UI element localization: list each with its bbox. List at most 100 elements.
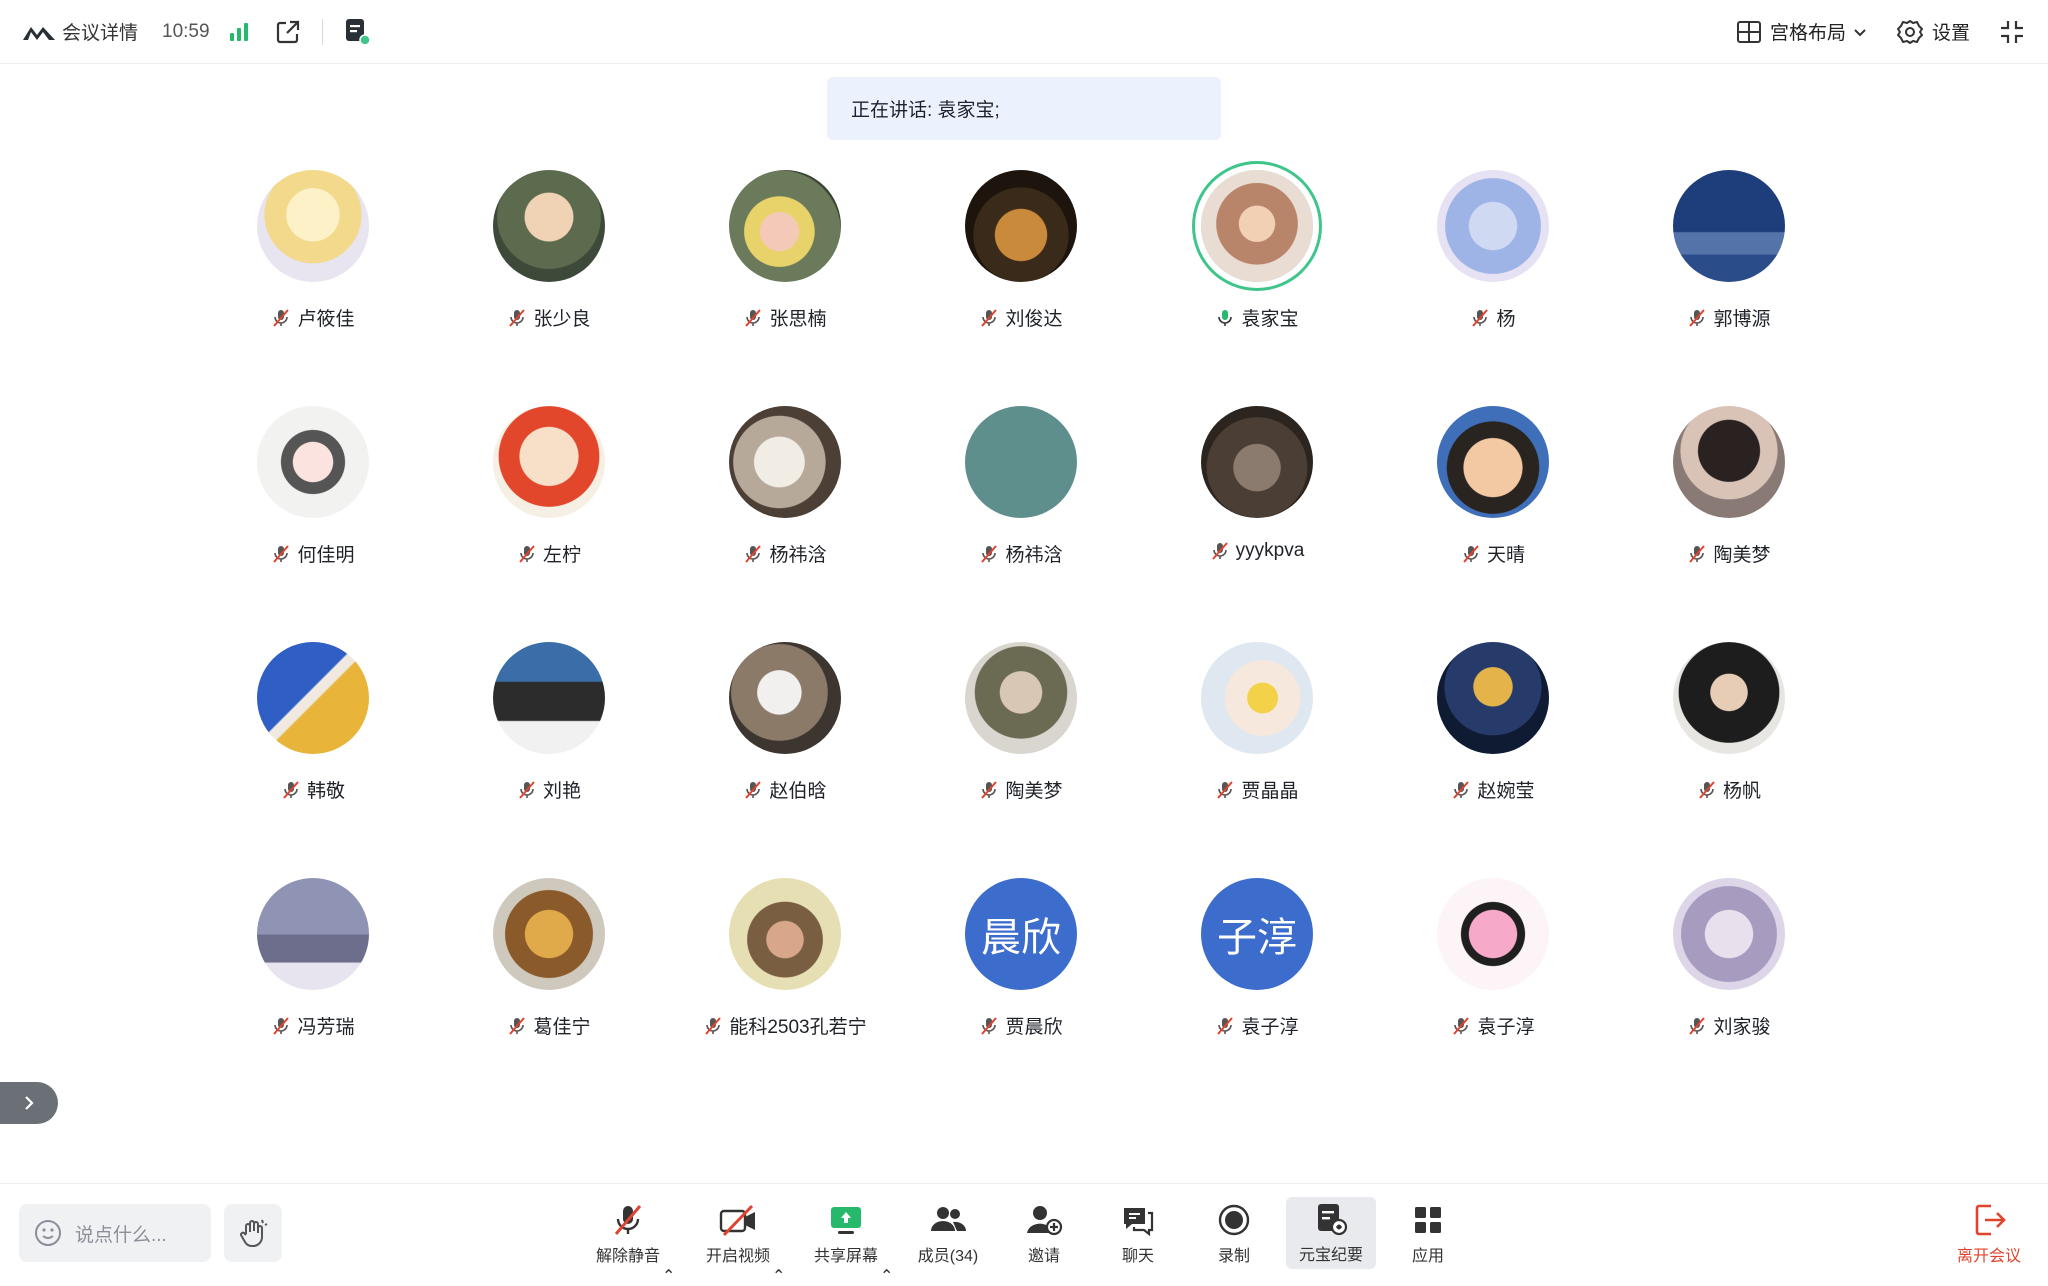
participant-tile[interactable]: 郭博源: [1611, 150, 1847, 350]
meeting-notes-icon[interactable]: [343, 17, 373, 47]
meeting-details-link[interactable]: 会议详情: [62, 18, 138, 45]
chat-input[interactable]: 说点什么...: [19, 1204, 211, 1262]
participant-tile[interactable]: 张少良: [431, 150, 667, 350]
mic-muted-icon: [1453, 780, 1470, 799]
participant-tile[interactable]: 子淳 袁子淳: [1139, 858, 1375, 1058]
participant-name-row: 刘俊达: [979, 304, 1063, 331]
unmute-button[interactable]: 解除静音: [590, 1202, 666, 1266]
participant-avatar: 晨欣: [965, 878, 1077, 990]
participant-tile[interactable]: 袁家宝: [1139, 150, 1375, 350]
gear-icon: [1896, 19, 1923, 44]
leave-icon: [1975, 1204, 2006, 1236]
participant-grid: 卢筱佳 张少良 张思楠 刘俊达 袁家宝杨郭博源 何佳明 左柠 杨祎浛 杨祎浛 yyykpva 天晴陶…: [195, 150, 1853, 1090]
participant-tile[interactable]: 陶美梦: [903, 622, 1139, 822]
emoji-icon[interactable]: [33, 1218, 63, 1248]
chat-button[interactable]: 聊天: [1102, 1202, 1174, 1266]
participant-tile[interactable]: 杨: [1375, 150, 1611, 350]
participant-name-row: 杨帆: [1697, 776, 1761, 803]
raise-hand-button[interactable]: [224, 1204, 282, 1262]
participant-tile[interactable]: 赵婉莹: [1375, 622, 1611, 822]
participant-tile[interactable]: 赵伯晗: [667, 622, 903, 822]
participant-name-row: 刘艳: [517, 776, 581, 803]
participant-name-row: 郭博源: [1687, 304, 1771, 331]
participant-name-row: 杨祎浛: [979, 540, 1063, 567]
ai-summary-button[interactable]: 元宝纪要: [1286, 1197, 1376, 1269]
mic-muted-icon: [519, 780, 535, 799]
participant-name: 张少良: [533, 309, 591, 330]
participant-name: 能科2503孔若宁: [729, 1017, 867, 1038]
mic-muted-icon: [705, 1016, 722, 1035]
participant-name-row: 能科2503孔若宁: [703, 1012, 867, 1039]
start-video-button[interactable]: 开启视频: [700, 1202, 776, 1266]
participant-tile[interactable]: 卢筱佳: [195, 150, 431, 350]
leave-meeting-button[interactable]: 离开会议: [1944, 1202, 2034, 1266]
participant-tile[interactable]: 陶美梦: [1611, 386, 1847, 586]
participant-name-row: 赵伯晗: [743, 776, 827, 803]
participant-name-row: 冯芳瑞: [271, 1012, 355, 1039]
apps-button[interactable]: 应用: [1392, 1202, 1464, 1266]
participant-name-row: 左柠: [517, 540, 581, 567]
participant-tile[interactable]: 杨帆: [1611, 622, 1847, 822]
participant-tile[interactable]: 贾晶晶: [1139, 622, 1375, 822]
participant-name-row: 杨: [1470, 304, 1516, 331]
participant-name-row: 袁子淳: [1451, 1012, 1535, 1039]
chevron-right-icon: [25, 1096, 34, 1110]
active-speaker-banner: 正在讲话: 袁家宝;: [827, 77, 1221, 140]
settings-button[interactable]: 设置: [1896, 18, 1970, 46]
participant-name-row: 张少良: [507, 304, 591, 331]
members-button[interactable]: 成员(34): [912, 1202, 984, 1266]
divider: [321, 18, 323, 45]
participant-name-row: 贾晨欣: [979, 1012, 1063, 1039]
participant-tile[interactable]: 张思楠: [667, 150, 903, 350]
participant-tile[interactable]: 杨祎浛: [667, 386, 903, 586]
audio-options-caret[interactable]: ⌃: [662, 1222, 675, 1286]
expand-sidebar-button[interactable]: [0, 1082, 58, 1124]
participant-avatar: [965, 170, 1077, 282]
invite-label: 邀请: [1027, 1248, 1060, 1265]
participant-tile[interactable]: yyykpva: [1139, 386, 1375, 586]
participant-name-row: 杨祎浛: [743, 540, 827, 567]
participant-name: 陶美梦: [1005, 781, 1063, 802]
avatar-initials: 晨欣: [981, 916, 1061, 960]
mic-muted-icon: [981, 544, 998, 563]
participant-tile[interactable]: 刘俊达: [903, 150, 1139, 350]
participant-tile[interactable]: 刘艳: [431, 622, 667, 822]
external-window-icon[interactable]: [274, 18, 302, 46]
record-button[interactable]: 录制: [1198, 1202, 1270, 1266]
app-logo-icon: [23, 26, 55, 40]
participant-tile[interactable]: 何佳明: [195, 386, 431, 586]
participant-name: 杨: [1496, 309, 1516, 330]
participant-tile[interactable]: 杨祎浛: [903, 386, 1139, 586]
members-label: 成员(34): [917, 1248, 979, 1265]
mic-muted-icon: [509, 1016, 526, 1035]
participant-name: 袁家宝: [1241, 309, 1299, 330]
top-bar: 会议详情 10:59 宫格布局 设置: [0, 0, 2048, 64]
participant-avatar: [1201, 406, 1313, 518]
chevron-down-icon: [1854, 28, 1866, 36]
participant-tile[interactable]: 刘家骏: [1611, 858, 1847, 1058]
grid-layout-button[interactable]: 宫格布局: [1736, 18, 1868, 45]
participant-tile[interactable]: 晨欣贾晨欣: [903, 858, 1139, 1058]
participant-avatar: [1437, 878, 1549, 990]
participant-tile[interactable]: 左柠: [431, 386, 667, 586]
participant-tile[interactable]: 韩敬: [195, 622, 431, 822]
participant-name: 贾晨欣: [1005, 1017, 1063, 1038]
share-screen-button[interactable]: 共享屏幕: [808, 1202, 884, 1266]
meeting-time: 10:59: [162, 20, 210, 42]
network-signal-icon[interactable]: [229, 22, 248, 41]
participant-name: 张思楠: [769, 309, 827, 330]
participant-tile[interactable]: 天晴: [1375, 386, 1611, 586]
video-options-caret[interactable]: ⌃: [772, 1222, 785, 1286]
participant-name: 冯芳瑞: [297, 1017, 355, 1038]
apps-icon: [1415, 1207, 1441, 1233]
participant-tile[interactable]: 葛佳宁: [431, 858, 667, 1058]
participant-tile[interactable]: 能科2503孔若宁: [667, 858, 903, 1058]
share-options-caret[interactable]: ⌃: [880, 1222, 893, 1286]
exit-fullscreen-button[interactable]: [1998, 18, 2026, 46]
participant-tile[interactable]: 袁子淳: [1375, 858, 1611, 1058]
invite-button[interactable]: 邀请: [1008, 1202, 1080, 1266]
record-icon: [1218, 1204, 1250, 1236]
participant-tile[interactable]: 冯芳瑞: [195, 858, 431, 1058]
participant-name: 杨祎浛: [769, 545, 827, 566]
chat-label: 聊天: [1121, 1248, 1154, 1265]
